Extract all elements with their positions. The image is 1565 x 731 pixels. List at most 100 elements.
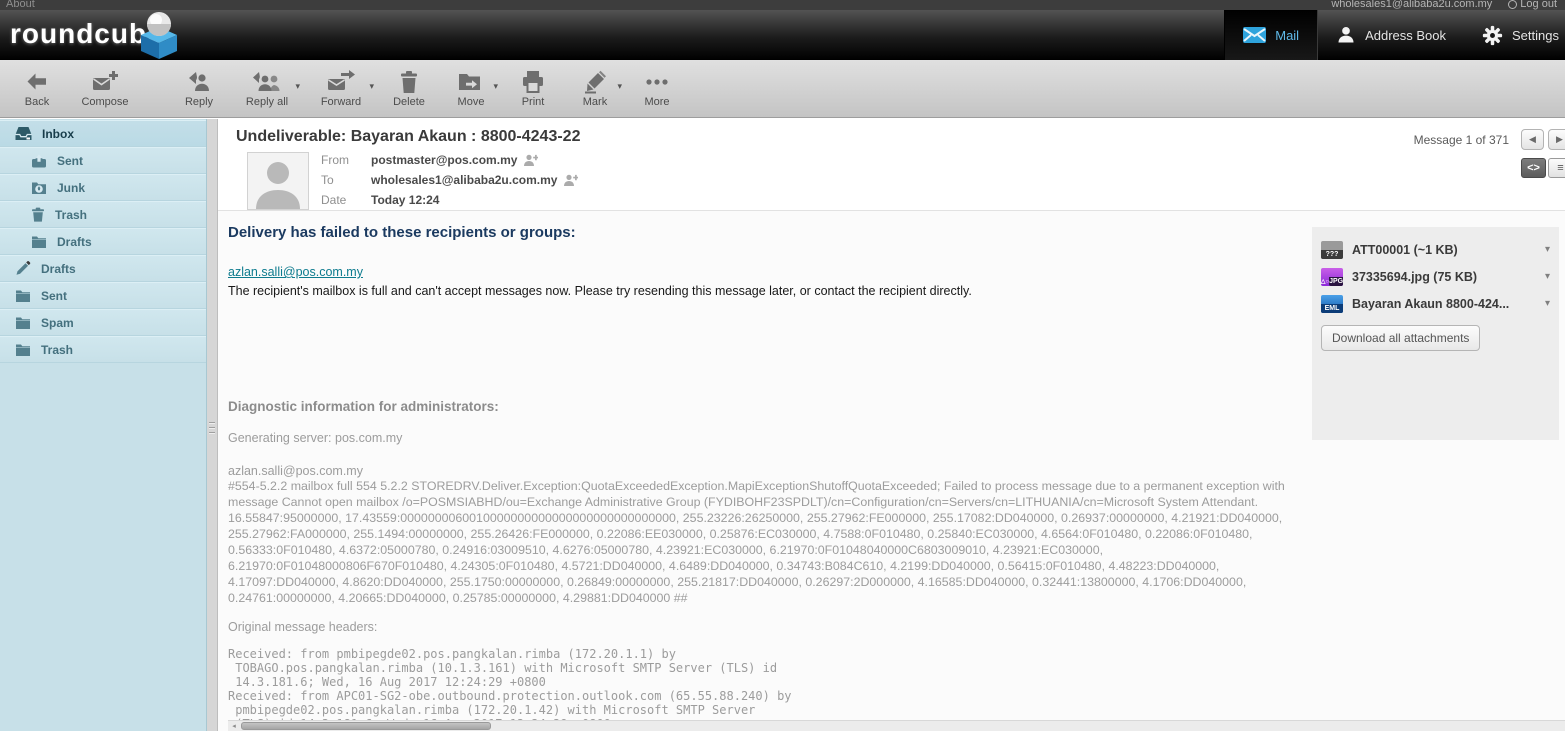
raw-message-headers: Received: from pmbipegde02.pos.pangkalan…	[228, 647, 1565, 731]
splitter-grip-icon	[209, 419, 215, 437]
pencil-icon	[15, 261, 31, 276]
person-silhouette-icon	[248, 153, 308, 209]
reply-button[interactable]: Reply	[168, 63, 230, 115]
sidebar-item-sent[interactable]: Sent	[0, 147, 206, 174]
message-date: Today 12:24	[371, 193, 439, 207]
print-button[interactable]: Print	[502, 63, 564, 115]
from-row: From postmaster@pos.com.my	[321, 150, 578, 170]
sidebar-item-spam[interactable]: Spam	[0, 309, 206, 336]
more-icon	[644, 70, 670, 94]
sidebar-splitter[interactable]	[207, 119, 218, 731]
attachment-menu-caret-icon[interactable]: ▾	[1545, 271, 1550, 282]
sidebar-item-sent2[interactable]: Sent	[0, 282, 206, 309]
address-book-icon	[1336, 25, 1356, 45]
trash-icon	[398, 70, 420, 94]
back-icon	[25, 70, 49, 94]
folder-sidebar: Inbox Sent Junk Trash Drafts Drafts	[0, 119, 207, 731]
trash-icon	[31, 207, 45, 222]
top-strip: About wholesales1@alibaba2u.com.my Log o…	[0, 0, 1565, 10]
nav-mail[interactable]: Mail	[1224, 10, 1318, 60]
header-fields: From postmaster@pos.com.my To wholesales…	[321, 150, 578, 210]
sent-icon	[31, 153, 47, 168]
attachment-menu-caret-icon[interactable]: ▾	[1545, 244, 1550, 255]
message-subject: Undeliverable: Bayaran Akaun : 8800-4243…	[236, 128, 580, 146]
message-toolbar: Back Compose Reply ▾ Reply all ▾ Forward…	[0, 60, 1565, 118]
mail-icon	[1243, 27, 1266, 43]
mark-button[interactable]: ▾ Mark	[564, 63, 626, 115]
add-contact-icon[interactable]	[524, 154, 538, 166]
forward-icon	[327, 70, 355, 94]
roundcube-app: About wholesales1@alibaba2u.com.my Log o…	[0, 0, 1565, 731]
message-pane: Undeliverable: Bayaran Akaun : 8800-4243…	[218, 119, 1565, 731]
next-message-button[interactable]: ▶	[1548, 129, 1565, 150]
date-row: Date Today 12:24	[321, 190, 578, 210]
eml-file-icon: EML	[1321, 295, 1343, 313]
about-link[interactable]: About	[6, 0, 35, 10]
inbox-icon	[15, 126, 32, 141]
folder-icon	[15, 342, 31, 357]
original-headers-heading: Original message headers:	[228, 620, 1565, 634]
sidebar-item-drafts[interactable]: Drafts	[0, 255, 206, 282]
sidebar-item-drafts-sub[interactable]: Drafts	[0, 228, 206, 255]
delete-button[interactable]: Delete	[378, 63, 440, 115]
print-icon	[521, 70, 545, 94]
sender-avatar	[247, 152, 309, 210]
message-counter: Message 1 of 371	[1414, 133, 1509, 147]
reply-all-button[interactable]: ▾ Reply all	[230, 63, 304, 115]
compose-icon	[92, 70, 118, 94]
download-all-attachments-button[interactable]: Download all attachments	[1321, 325, 1480, 351]
compose-button[interactable]: Compose	[68, 63, 142, 115]
diagnostic-recipient: azlan.salli@pos.com.my	[228, 464, 1565, 478]
reply-icon	[187, 70, 211, 94]
move-folder-icon	[458, 70, 484, 94]
sidebar-item-trash[interactable]: Trash	[0, 201, 206, 228]
sidebar-item-inbox[interactable]: Inbox	[0, 120, 206, 147]
add-contact-icon[interactable]	[564, 174, 578, 186]
folder-icon	[15, 288, 31, 303]
folder-icon	[15, 315, 31, 330]
plaintext-view-toggle[interactable]: ≡	[1548, 158, 1565, 178]
taskbar: Mail Address Book Settings	[1224, 10, 1565, 60]
app-header: roundcube Mail Address Book	[0, 10, 1565, 60]
message-header: Undeliverable: Bayaran Akaun : 8800-4243…	[218, 119, 1565, 211]
attachment-item[interactable]: ??? ATT00001 (~1 KB) ▾	[1321, 236, 1550, 263]
junk-icon	[31, 180, 47, 195]
dropdown-caret-icon: ▾	[369, 81, 374, 92]
previous-message-button[interactable]: ◀	[1521, 129, 1544, 150]
from-address: postmaster@pos.com.my	[371, 153, 517, 167]
logout-link[interactable]: Log out	[1508, 0, 1557, 10]
dropdown-caret-icon: ▾	[617, 81, 622, 92]
jpg-file-icon: △○JPG	[1321, 268, 1343, 286]
back-button[interactable]: Back	[6, 63, 68, 115]
sidebar-item-junk[interactable]: Junk	[0, 174, 206, 201]
html-view-toggle[interactable]: <>	[1521, 158, 1546, 178]
recipient-link[interactable]: azlan.salli@pos.com.my	[228, 265, 363, 279]
attachment-item[interactable]: EML Bayaran Akaun 8800-424... ▾	[1321, 290, 1550, 317]
folder-icon	[31, 234, 47, 249]
user-email: wholesales1@alibaba2u.com.my	[1331, 0, 1492, 10]
scrollbar-thumb[interactable]	[241, 722, 491, 730]
attachment-menu-caret-icon[interactable]: ▾	[1545, 298, 1550, 309]
forward-button[interactable]: ▾ Forward	[304, 63, 378, 115]
nav-address-book[interactable]: Address Book	[1318, 10, 1464, 60]
to-address: wholesales1@alibaba2u.com.my	[371, 173, 557, 187]
unknown-file-icon: ???	[1321, 241, 1343, 259]
attachments-panel: ??? ATT00001 (~1 KB) ▾ △○JPG 37335694.jp…	[1312, 227, 1559, 440]
attachment-item[interactable]: △○JPG 37335694.jpg (75 KB) ▾	[1321, 263, 1550, 290]
gear-icon	[1482, 25, 1503, 46]
dropdown-caret-icon: ▾	[295, 81, 300, 92]
more-button[interactable]: More	[626, 63, 688, 115]
sidebar-item-trash2[interactable]: Trash	[0, 336, 206, 363]
power-icon	[1508, 0, 1517, 9]
to-row: To wholesales1@alibaba2u.com.my	[321, 170, 578, 190]
nav-settings[interactable]: Settings	[1464, 10, 1565, 60]
roundcube-cube-icon	[135, 9, 183, 63]
move-button[interactable]: ▾ Move	[440, 63, 502, 115]
diagnostic-text: #554-5.2.2 mailbox full 554 5.2.2 STORED…	[228, 478, 1294, 606]
scroll-left-arrow-icon[interactable]: ◂	[228, 721, 240, 731]
horizontal-scrollbar[interactable]: ◂	[228, 720, 1565, 731]
mark-icon	[583, 70, 607, 94]
dropdown-caret-icon: ▾	[493, 81, 498, 92]
main-region: Inbox Sent Junk Trash Drafts Drafts	[0, 119, 1565, 731]
reply-all-icon	[252, 70, 282, 94]
